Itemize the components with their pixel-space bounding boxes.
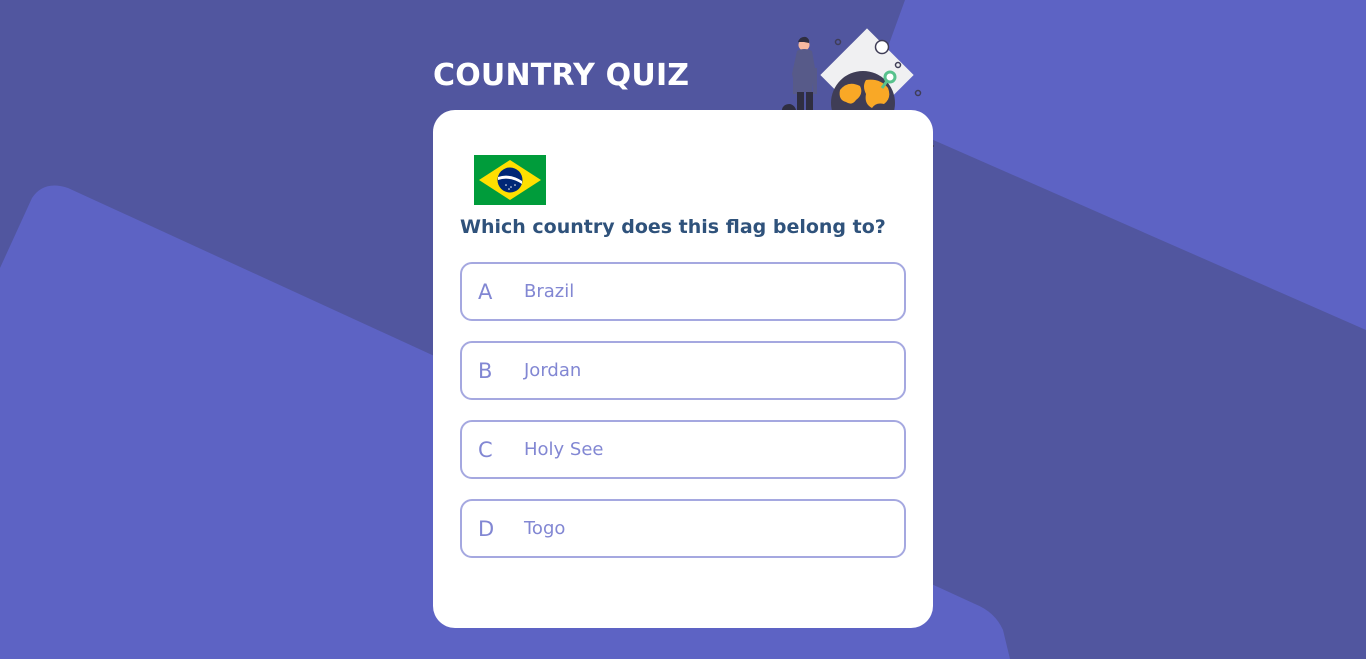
- answer-letter: B: [478, 358, 493, 383]
- quiz-card: Which country does this flag belong to? …: [433, 110, 933, 628]
- answer-label: Jordan: [524, 360, 582, 381]
- app-title: COUNTRY QUIZ: [433, 58, 690, 93]
- answer-label: Brazil: [524, 281, 575, 302]
- brazil-flag-icon: [474, 155, 546, 205]
- answer-option-b[interactable]: B Jordan: [460, 341, 906, 400]
- answer-list: A Brazil B Jordan C Holy See D Togo: [460, 262, 906, 578]
- answer-letter: C: [478, 437, 493, 462]
- answer-label: Holy See: [524, 439, 604, 460]
- answer-letter: A: [478, 279, 493, 304]
- answer-label: Togo: [524, 518, 566, 539]
- answer-option-c[interactable]: C Holy See: [460, 420, 906, 479]
- question-text: Which country does this flag belong to?: [460, 216, 886, 238]
- answer-option-d[interactable]: D Togo: [460, 499, 906, 558]
- answer-letter: D: [478, 516, 495, 541]
- answer-option-a[interactable]: A Brazil: [460, 262, 906, 321]
